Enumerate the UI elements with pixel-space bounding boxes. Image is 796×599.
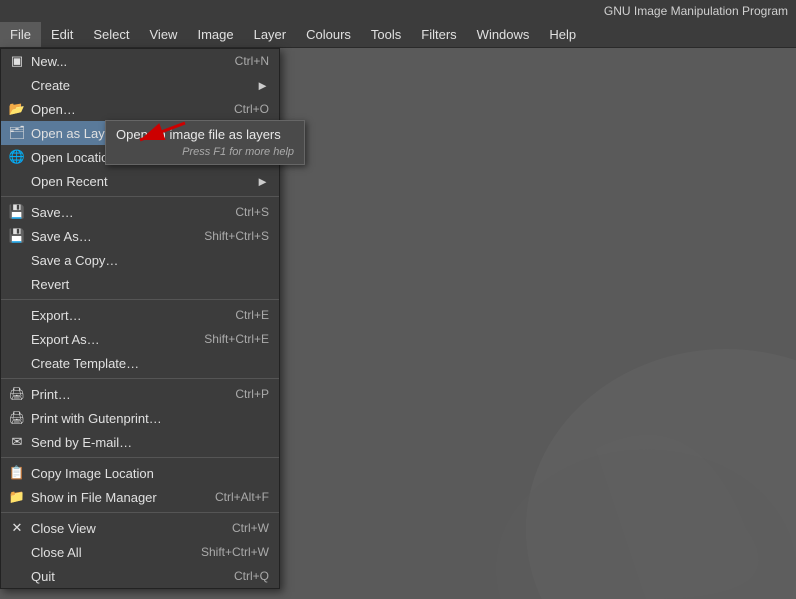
title-bar: GNU Image Manipulation Program xyxy=(0,0,796,22)
menu-item-revert[interactable]: Revert xyxy=(1,272,279,296)
menu-image[interactable]: Image xyxy=(187,22,243,47)
separator-2 xyxy=(1,299,279,300)
menu-colours[interactable]: Colours xyxy=(296,22,361,47)
menu-file[interactable]: File xyxy=(0,22,41,47)
separator-5 xyxy=(1,512,279,513)
menu-item-create[interactable]: Create ► xyxy=(1,73,279,97)
menu-filters[interactable]: Filters xyxy=(411,22,466,47)
print-icon: 🖨 xyxy=(7,386,27,402)
menu-select-label: Select xyxy=(93,27,129,42)
menu-windows-label: Windows xyxy=(477,27,530,42)
menu-item-send-email[interactable]: ✉ Send by E-mail… xyxy=(1,430,279,454)
menu-select[interactable]: Select xyxy=(83,22,139,47)
show-manager-icon: 📁 xyxy=(7,489,27,505)
menu-item-open-recent[interactable]: Open Recent ► xyxy=(1,169,279,193)
print-guten-icon: 🖨 xyxy=(7,410,27,426)
copy-location-icon: 📋 xyxy=(7,465,27,481)
open-icon: 📂 xyxy=(7,101,27,117)
open-location-icon: 🌐 xyxy=(7,149,27,165)
separator-1 xyxy=(1,196,279,197)
menu-item-save[interactable]: 💾 Save… Ctrl+S xyxy=(1,200,279,224)
tooltip-hint-text: Press F1 for more help xyxy=(116,146,294,158)
menu-item-show-manager[interactable]: 📁 Show in File Manager Ctrl+Alt+F xyxy=(1,485,279,509)
menu-item-copy-location[interactable]: 📋 Copy Image Location xyxy=(1,461,279,485)
menu-edit[interactable]: Edit xyxy=(41,22,83,47)
save-icon: 💾 xyxy=(7,204,27,220)
menu-image-label: Image xyxy=(197,27,233,42)
menu-help-label: Help xyxy=(549,27,576,42)
menu-windows[interactable]: Windows xyxy=(467,22,540,47)
menu-edit-label: Edit xyxy=(51,27,73,42)
new-icon: ▣ xyxy=(7,53,27,69)
menu-item-save-copy[interactable]: Save a Copy… xyxy=(1,248,279,272)
menu-view[interactable]: View xyxy=(140,22,188,47)
title-text: GNU Image Manipulation Program xyxy=(604,4,788,18)
menu-item-export[interactable]: Export… Ctrl+E xyxy=(1,303,279,327)
menu-tools[interactable]: Tools xyxy=(361,22,411,47)
menu-filters-label: Filters xyxy=(421,27,456,42)
menu-help[interactable]: Help xyxy=(539,22,586,47)
menu-layer-label: Layer xyxy=(254,27,287,42)
separator-3 xyxy=(1,378,279,379)
menu-item-export-as[interactable]: Export As… Shift+Ctrl+E xyxy=(1,327,279,351)
background-decoration xyxy=(446,249,796,599)
tooltip-open-as-layers: Open an image file as layers Press F1 fo… xyxy=(105,120,305,165)
menu-view-label: View xyxy=(150,27,178,42)
send-email-icon: ✉ xyxy=(7,434,27,450)
menu-item-new[interactable]: ▣ New... Ctrl+N xyxy=(1,49,279,73)
menu-colours-label: Colours xyxy=(306,27,351,42)
menu-item-create-template[interactable]: Create Template… xyxy=(1,351,279,375)
separator-4 xyxy=(1,457,279,458)
menu-tools-label: Tools xyxy=(371,27,401,42)
close-view-icon: ✕ xyxy=(7,520,27,536)
menu-file-label: File xyxy=(10,27,31,42)
menu-item-print[interactable]: 🖨 Print… Ctrl+P xyxy=(1,382,279,406)
menu-layer[interactable]: Layer xyxy=(244,22,297,47)
save-as-icon: 💾 xyxy=(7,228,27,244)
menu-bar: File Edit Select View Image Layer Colour… xyxy=(0,22,796,48)
tooltip-main-text: Open an image file as layers xyxy=(116,127,294,142)
open-as-layers-icon: 🗂 xyxy=(7,125,27,141)
menu-item-open[interactable]: 📂 Open… Ctrl+O xyxy=(1,97,279,121)
menu-item-close-view[interactable]: ✕ Close View Ctrl+W xyxy=(1,516,279,540)
menu-item-quit[interactable]: Quit Ctrl+Q xyxy=(1,564,279,588)
menu-item-close-all[interactable]: Close All Shift+Ctrl+W xyxy=(1,540,279,564)
menu-item-print-guten[interactable]: 🖨 Print with Gutenprint… xyxy=(1,406,279,430)
menu-item-save-as[interactable]: 💾 Save As… Shift+Ctrl+S xyxy=(1,224,279,248)
